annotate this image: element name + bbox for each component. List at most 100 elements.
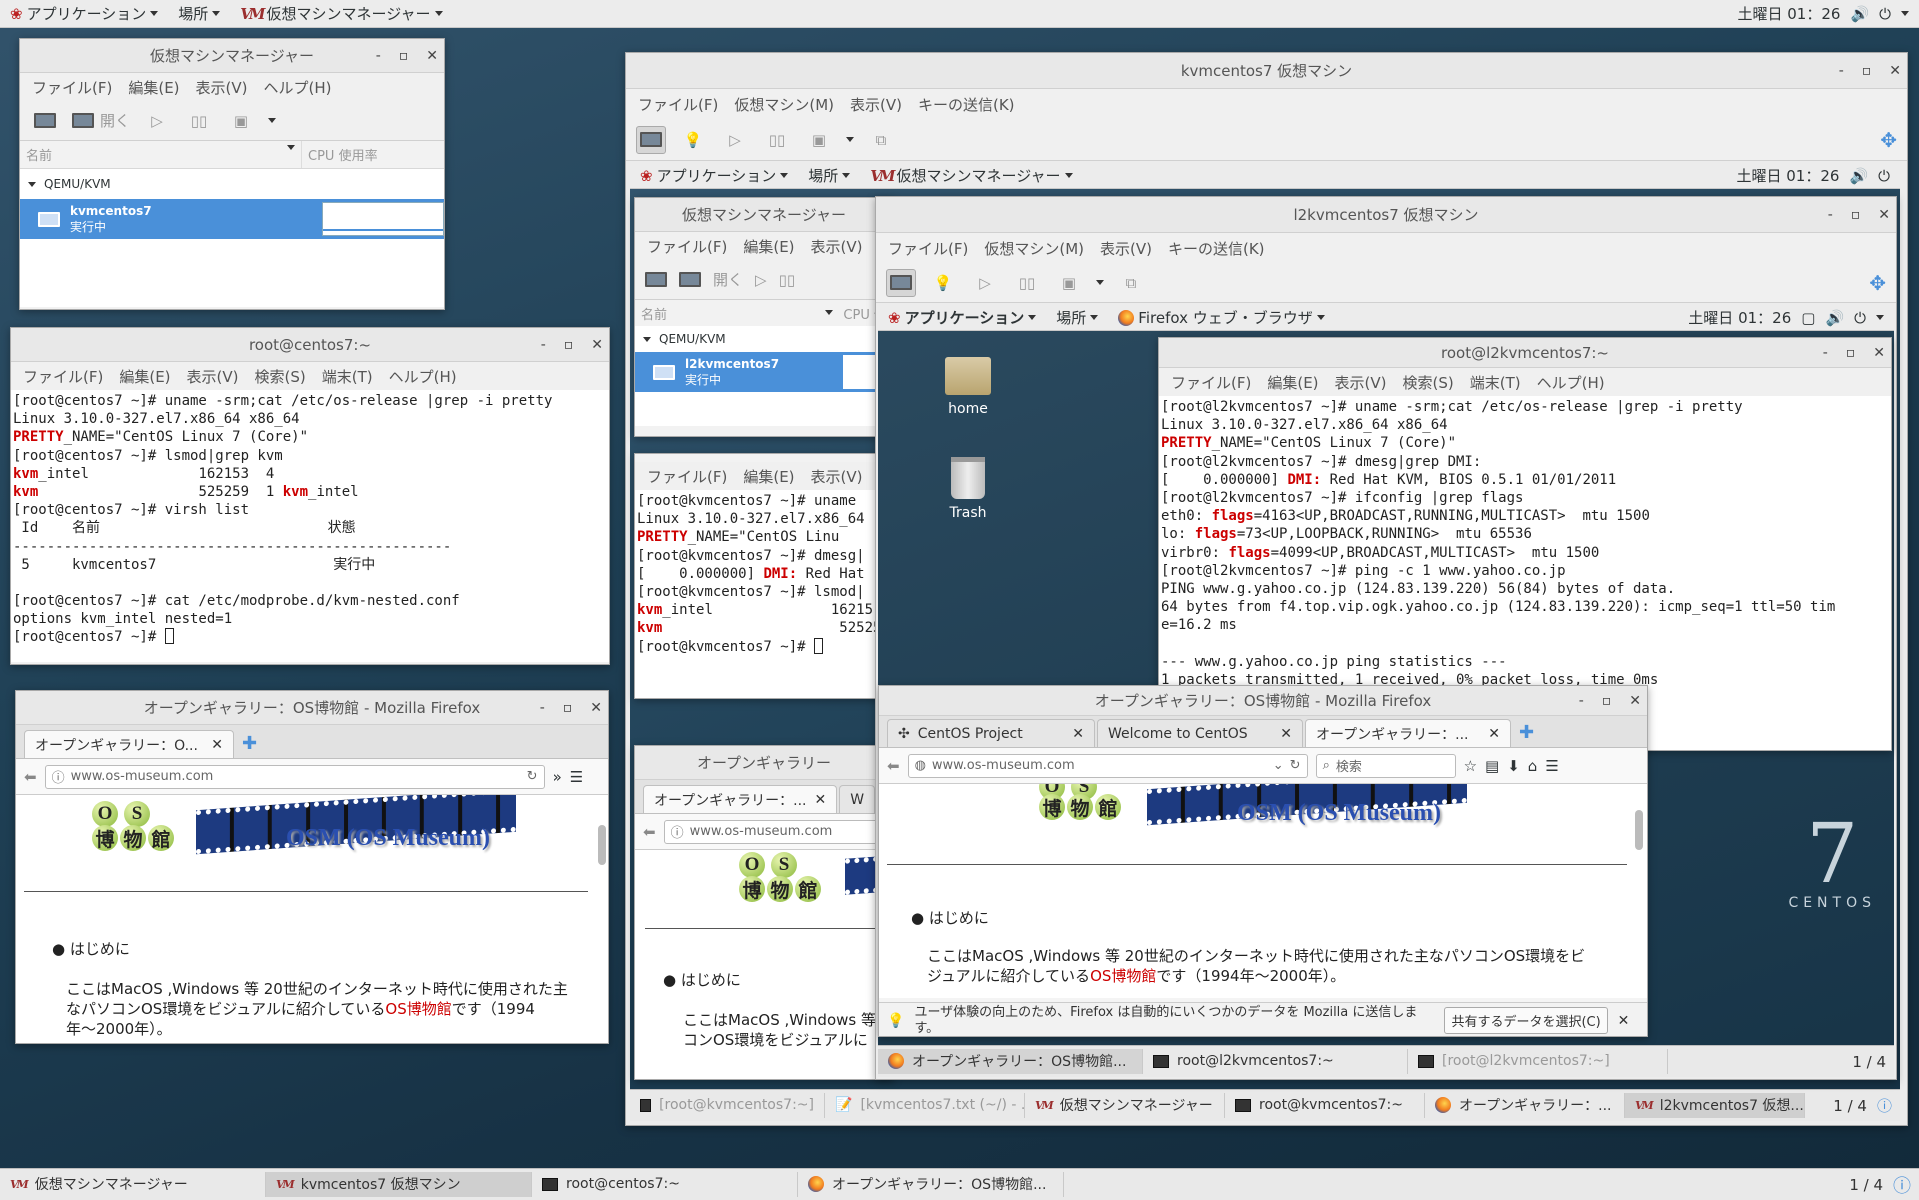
- bullet-intro[interactable]: ● はじめに: [52, 939, 130, 959]
- tab-os-museum[interactable]: オープンギャラリー：... ✕: [643, 785, 838, 813]
- console-button[interactable]: [636, 125, 666, 154]
- close-icon[interactable]: ✕: [1878, 207, 1890, 223]
- close-icon[interactable]: ✕: [1873, 345, 1885, 361]
- menu-edit[interactable]: 編集(E): [122, 77, 185, 98]
- task-kvmcentos7-viewer[interactable]: VM kvmcentos7 仮想マシン: [266, 1172, 532, 1197]
- menu-view[interactable]: 表示(V): [1329, 372, 1393, 393]
- task-text-editor[interactable]: 📝 [kvmcentos7.txt (~/) - ...: [825, 1093, 1025, 1118]
- workspace-indicator[interactable]: 1 / 4 ⓘ: [1849, 1172, 1919, 1198]
- minimize-icon[interactable]: ‐: [1823, 345, 1828, 361]
- clock[interactable]: 土曜日 01：26: [1688, 307, 1791, 328]
- close-tab-icon[interactable]: ✕: [211, 737, 223, 753]
- screenshot-button[interactable]: ⧉: [866, 126, 896, 154]
- reading-list-icon[interactable]: ▤: [1485, 757, 1499, 775]
- home-icon[interactable]: ⌂: [1528, 757, 1538, 775]
- vmm-app-menu[interactable]: VM 仮想マシンマネージャー: [230, 0, 452, 27]
- details-button[interactable]: 💡: [928, 269, 958, 297]
- l1-places-menu[interactable]: 場所: [798, 163, 860, 188]
- menu-edit[interactable]: 編集(E): [737, 466, 800, 487]
- task-l2-firefox[interactable]: オープンギャラリー：OS博物館...: [878, 1049, 1143, 1074]
- tab-other[interactable]: W: [839, 785, 876, 813]
- bullet-intro[interactable]: ● はじめに: [911, 908, 989, 928]
- l1-vmm-app-menu[interactable]: VM 仮想マシンマネージャー: [860, 163, 1082, 188]
- minimize-icon[interactable]: ‐: [541, 337, 546, 353]
- reload-icon[interactable]: ↻: [527, 769, 538, 784]
- task-l2-terminal[interactable]: root@l2kvmcentos7:~: [1143, 1049, 1408, 1074]
- close-icon[interactable]: ✕: [426, 48, 438, 64]
- shutdown-button[interactable]: ▣: [226, 107, 256, 135]
- task-vmm[interactable]: VM 仮想マシンマネージャー: [0, 1172, 266, 1197]
- menu-search[interactable]: 検索(S): [1397, 372, 1460, 393]
- os-museum-link[interactable]: OS博物館: [385, 1000, 451, 1018]
- fullscreen-icon[interactable]: ✥: [1869, 271, 1886, 295]
- menu-view[interactable]: 表示(V): [181, 366, 245, 387]
- connection-row[interactable]: QEMU/KVM: [20, 169, 444, 199]
- scrollbar-thumb[interactable]: [598, 825, 606, 865]
- clock[interactable]: 土曜日 01：26: [1737, 3, 1840, 24]
- vm-row[interactable]: kvmcentos7 実行中: [20, 199, 444, 239]
- menu-view[interactable]: 表示(V): [190, 77, 254, 98]
- maximize-icon[interactable]: ▫: [1846, 345, 1856, 361]
- menu-help[interactable]: ヘルプ(H): [1531, 372, 1611, 393]
- volume-icon[interactable]: 🔊: [1849, 167, 1868, 185]
- url-dropdown-icon[interactable]: ⌄: [1273, 758, 1284, 773]
- run-button[interactable]: ▷: [755, 271, 767, 289]
- l1-applications-menu[interactable]: ❀ アプリケーション: [630, 163, 798, 188]
- new-tab-icon[interactable]: ✚: [1519, 722, 1534, 743]
- close-icon[interactable]: ✕: [1629, 693, 1641, 709]
- new-vm-icon[interactable]: [645, 272, 667, 287]
- task-vmm[interactable]: VM 仮想マシンマネージャー: [1025, 1093, 1225, 1118]
- task-l2-viewer[interactable]: VM l2kvmcentos7 仮想...: [1625, 1093, 1805, 1118]
- maximize-icon[interactable]: ▫: [563, 700, 573, 716]
- task-host-firefox[interactable]: オープンギャラリー：OS博物館...: [798, 1172, 1064, 1197]
- shutdown-menu-icon[interactable]: [268, 118, 277, 123]
- close-notice-icon[interactable]: ✕: [1618, 1013, 1630, 1029]
- minimize-icon[interactable]: ‐: [1579, 693, 1584, 709]
- expander-icon[interactable]: [643, 336, 651, 342]
- maximize-icon[interactable]: ▫: [564, 337, 574, 353]
- open-button[interactable]: 開く: [72, 107, 130, 135]
- menu-edit[interactable]: 編集(E): [737, 236, 800, 257]
- pause-button[interactable]: ▯▯: [1012, 269, 1042, 297]
- menu-help[interactable]: ヘルプ(H): [383, 366, 463, 387]
- maximize-icon[interactable]: ▫: [1602, 693, 1612, 709]
- power-icon[interactable]: ⏻: [1879, 5, 1891, 23]
- notification-icon[interactable]: ⓘ: [1893, 1172, 1911, 1198]
- screenshot-button[interactable]: ⧉: [1116, 269, 1146, 297]
- task-l1-terminal[interactable]: root@kvmcentos7:~: [1225, 1093, 1425, 1118]
- task-l1-firefox[interactable]: オープンギャラリー：...: [1425, 1093, 1625, 1118]
- back-icon[interactable]: ⬅: [24, 768, 37, 786]
- run-button[interactable]: ▷: [720, 126, 750, 154]
- terminal-output[interactable]: [root@centos7 ~]# uname -srm;cat /etc/os…: [11, 390, 609, 662]
- hamburger-menu-icon[interactable]: ☰: [570, 768, 583, 786]
- menu-terminal[interactable]: 端末(T): [316, 366, 379, 387]
- menu-file[interactable]: ファイル(F): [641, 236, 733, 257]
- terminal-output[interactable]: [root@kvmcentos7 ~]# uname Linux 3.10.0-3…: [635, 490, 893, 698]
- download-icon[interactable]: ⬇: [1507, 757, 1520, 775]
- menu-file[interactable]: ファイル(F): [26, 77, 118, 98]
- url-bar[interactable]: ◍ www.os-museum.com ⌄ ↻: [907, 753, 1308, 778]
- minimize-icon[interactable]: ‐: [540, 700, 545, 716]
- menu-view[interactable]: 表示(V): [805, 236, 869, 257]
- menu-view[interactable]: 表示(V): [805, 466, 869, 487]
- menu-search[interactable]: 検索(S): [249, 366, 312, 387]
- new-tab-icon[interactable]: ✚: [242, 733, 257, 754]
- menu-view[interactable]: 表示(V): [1094, 238, 1158, 259]
- bookmark-star-icon[interactable]: ☆: [1464, 757, 1477, 775]
- power-icon[interactable]: ⏻: [1854, 309, 1866, 327]
- menu-send-key[interactable]: キーの送信(K): [912, 94, 1021, 115]
- desktop-trash-icon[interactable]: Trash: [918, 457, 1018, 521]
- column-name[interactable]: 名前: [641, 304, 667, 323]
- menu-terminal[interactable]: 端末(T): [1464, 372, 1527, 393]
- back-icon[interactable]: ⬅: [643, 823, 656, 841]
- volume-icon[interactable]: 🔊: [1825, 309, 1844, 327]
- menu-vm[interactable]: 仮想マシン(M): [728, 94, 840, 115]
- menu-help[interactable]: ヘルプ(H): [258, 77, 338, 98]
- open-button[interactable]: 開く: [713, 269, 743, 290]
- minimize-icon[interactable]: ‐: [1839, 63, 1844, 79]
- l2-firefox-app-menu[interactable]: Firefox ウェブ・ブラウザ: [1108, 305, 1334, 330]
- column-cpu[interactable]: CPU 使用率: [302, 141, 384, 168]
- clock[interactable]: 土曜日 01：26: [1736, 165, 1839, 186]
- pause-button[interactable]: ▯▯: [762, 126, 792, 154]
- close-tab-icon[interactable]: ✕: [1280, 726, 1292, 742]
